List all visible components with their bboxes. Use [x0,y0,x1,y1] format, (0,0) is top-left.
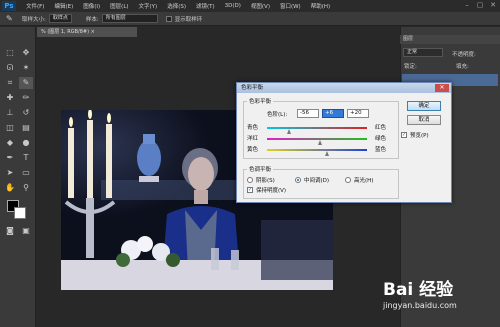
tone-balance-group-label: 色调平衡 [247,165,274,173]
menu-view[interactable]: 视图(V) [251,2,270,10]
sample-select[interactable]: 所有图层 [101,14,158,23]
magic-wand-tool-icon[interactable]: ✶ [19,62,33,74]
tone-balance-group [243,169,399,199]
show-ring-checkbox[interactable] [165,15,172,22]
yellow-blue-slider[interactable] [267,149,367,151]
menu-window[interactable]: 窗口(W) [280,2,301,10]
slider-left-label-cyan: 青色 [247,125,259,131]
fill-label: 填充: [456,64,469,70]
menu-bar: Ps 文件(F) 编辑(E) 图像(I) 图层(L) 文字(Y) 选择(S) 滤… [0,0,500,12]
tone-radio-highlights[interactable] [345,177,351,183]
pen-tool-icon[interactable]: ✒ [3,152,17,164]
slider-right-label-green: 绿色 [375,136,387,142]
slider-right-label-blue: 蓝色 [375,147,387,153]
slider-left-label-yellow: 黄色 [247,147,259,153]
close-window-button[interactable]: ✕ [488,1,498,10]
tone-label-midtones: 中间调(D) [304,178,330,184]
eyedropper-tool-icon[interactable]: ✎ [19,77,33,89]
minimize-button[interactable]: – [462,1,472,10]
hand-tool-icon[interactable]: ✋ [3,182,17,194]
level-input-yellow-blue[interactable]: +20 [347,109,369,118]
menu-3d[interactable]: 3D(D) [225,3,241,9]
menu-file[interactable]: 文件(F) [26,2,44,10]
cyan-red-slider[interactable] [267,127,367,129]
opacity-label: 不透明度: [452,52,476,58]
tone-label-highlights: 高光(H) [354,178,374,184]
watermark-main-text: Bai 经验 [383,280,454,300]
levels-label: 色阶(L): [267,112,288,118]
cancel-button[interactable]: 取消 [407,115,441,125]
path-select-tool-icon[interactable]: ➤ [3,167,17,179]
crop-tool-icon[interactable]: ⌗ [3,77,17,89]
dialog-close-button[interactable]: ✕ [435,84,449,92]
magenta-green-slider[interactable] [267,138,367,140]
tone-label-shadows: 阴影(S) [256,178,275,184]
preserve-luminosity-checkbox[interactable]: ✓ [247,187,253,193]
quick-mask-icon[interactable]: ◙ [3,225,17,237]
eraser-tool-icon[interactable]: ◫ [3,122,17,134]
preview-checkbox[interactable]: ✓ [401,132,407,138]
healing-tool-icon[interactable]: ✚ [3,92,17,104]
show-ring-label: 显示取样环 [174,16,203,23]
lock-label: 锁定: [404,64,417,70]
sample-size-select[interactable]: 取样点 [48,14,72,23]
ok-button[interactable]: 确定 [407,101,441,111]
sample-size-label: 取样大小: [22,16,46,23]
menu-image[interactable]: 图像(I) [83,2,100,10]
color-balance-group-label: 色彩平衡 [247,97,274,105]
menu-select[interactable]: 选择(S) [167,2,186,10]
dialog-title: 色彩平衡 [237,83,451,93]
move-tool-icon[interactable]: ✥ [19,47,33,59]
background-color-swatch[interactable] [14,207,26,219]
eyedropper-tool-icon[interactable]: ✎ [6,14,16,24]
blur-tool-icon[interactable]: ◆ [3,137,17,149]
options-bar: ✎ 取样大小: 取样点 样本: 所有图层 显示取样环 [0,12,500,26]
menu-filter[interactable]: 滤镜(T) [196,2,215,10]
baidu-watermark: Bai 经验 jingyan.baidu.com [383,275,457,310]
zoom-tool-icon[interactable]: ⚲ [19,182,33,194]
brush-tool-icon[interactable]: ✏ [19,92,33,104]
dodge-tool-icon[interactable]: ● [19,137,33,149]
sample-label: 样本: [85,16,99,23]
menu-type[interactable]: 文字(Y) [139,2,158,10]
lasso-tool-icon[interactable]: ᘏ [3,62,17,74]
level-input-cyan-red[interactable]: -56 [297,109,319,118]
shape-tool-icon[interactable]: ▭ [19,167,33,179]
blend-mode-select[interactable]: 正常 [403,48,443,57]
watermark-url: jingyan.baidu.com [383,301,457,310]
color-balance-dialog: 色彩平衡 ✕ 色彩平衡 色阶(L): -56 +6 +20 青色 红色 洋红 绿… [236,82,452,203]
preview-label: 预览(P) [410,133,429,139]
slider-left-label-magenta: 洋红 [247,136,259,142]
slider-right-label-red: 红色 [375,125,387,131]
screen-mode-icon[interactable]: ▣ [19,225,33,237]
type-tool-icon[interactable]: T [19,152,33,164]
photoshop-logo: Ps [2,1,16,11]
toolbox: ⬚ ✥ ᘏ ✶ ⌗ ✎ ✚ ✏ ⊥ ↺ ◫ ▤ ◆ ● ✒ T ➤ ▭ ✋ ⚲ … [0,27,36,327]
tone-radio-shadows[interactable] [247,177,253,183]
gradient-tool-icon[interactable]: ▤ [19,122,33,134]
menu-layer[interactable]: 图层(L) [110,2,128,10]
document-tab[interactable]: % (图层 1, RGB/8#) × [37,27,137,37]
layers-panel-header[interactable]: 图层 [400,35,500,44]
history-brush-tool-icon[interactable]: ↺ [19,107,33,119]
menu-help[interactable]: 帮助(H) [311,2,330,10]
menu-edit[interactable]: 编辑(E) [54,2,73,10]
maximize-button[interactable]: ▢ [475,1,485,10]
level-input-magenta-green[interactable]: +6 [322,109,344,118]
stamp-tool-icon[interactable]: ⊥ [3,107,17,119]
marquee-tool-icon[interactable]: ⬚ [3,47,17,59]
preserve-luminosity-label: 保持明度(V) [256,188,287,194]
tone-radio-midtones[interactable] [295,177,301,183]
